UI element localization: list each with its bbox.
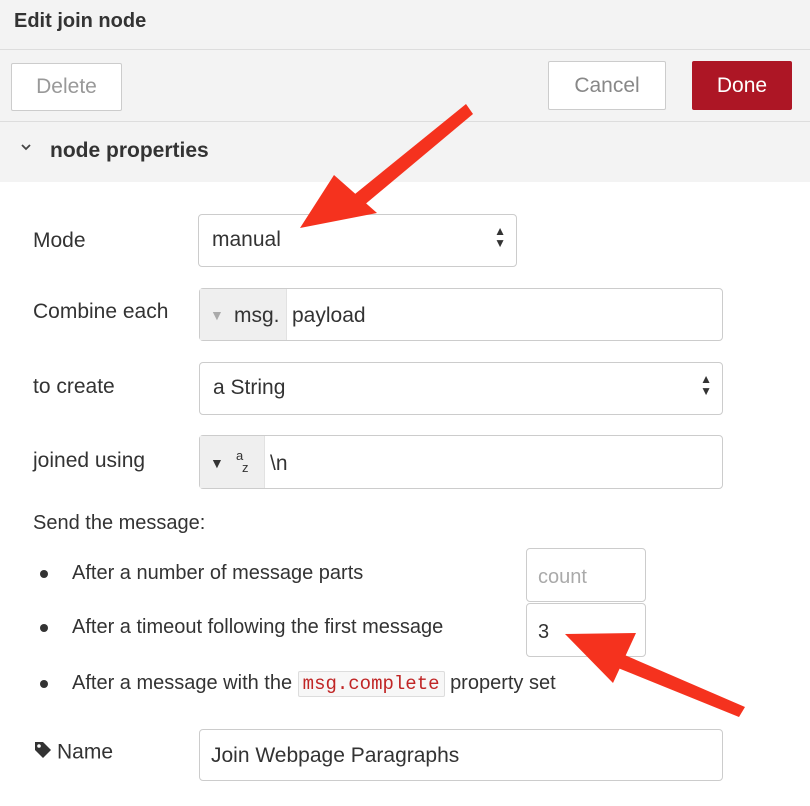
create-select[interactable]: a String ▲ ▼ [199, 362, 723, 415]
combine-property-value: payload [292, 304, 366, 327]
name-label: Name [33, 740, 113, 766]
create-label: to create [33, 375, 115, 398]
complete-text-post: property set [450, 672, 556, 694]
msg-prefix: msg. [234, 304, 280, 327]
bullet [40, 570, 48, 578]
name-input[interactable]: Join Webpage Paragraphs [199, 729, 723, 781]
type-selector[interactable]: ▼ msg. [200, 289, 287, 340]
mode-select[interactable]: manual ▲ ▼ [198, 214, 517, 267]
mode-label: Mode [33, 229, 86, 252]
parts-option-text: After a number of message parts [72, 562, 364, 584]
joined-label: joined using [33, 449, 146, 472]
type-selector[interactable]: ▼ az [200, 436, 265, 488]
joined-typed-input[interactable]: ▼ az \n [199, 435, 723, 489]
select-arrows-icon: ▲ ▼ [700, 372, 712, 398]
tray-toolbar: Delete Cancel Done [0, 50, 810, 122]
tray-title: Edit join node [14, 10, 147, 32]
complete-option-text: After a message with the msg.complete pr… [72, 671, 556, 697]
count-placeholder: count [538, 566, 587, 588]
select-arrows-icon: ▲ ▼ [494, 224, 506, 250]
done-button[interactable]: Done [692, 61, 792, 110]
bullet [40, 680, 48, 688]
send-message-label: Send the message: [33, 512, 206, 534]
string-type-icon: az [236, 448, 249, 475]
section-title: node properties [50, 139, 209, 162]
joined-value: \n [270, 452, 288, 475]
create-select-value: a String [213, 376, 286, 399]
name-label-text: Name [57, 740, 114, 764]
chevron-down-icon [20, 140, 32, 158]
mode-select-value: manual [212, 228, 281, 251]
caret-down-icon: ▼ [210, 455, 224, 471]
name-value: Join Webpage Paragraphs [211, 744, 460, 767]
tag-icon [33, 740, 53, 766]
node-properties-section-header[interactable]: node properties [0, 122, 810, 182]
timeout-value: 3 [538, 621, 550, 643]
cancel-button[interactable]: Cancel [548, 61, 666, 110]
bullet [40, 624, 48, 632]
count-input[interactable]: count [526, 548, 646, 602]
caret-down-icon: ▼ [210, 307, 224, 323]
tray-header: Edit join node [0, 0, 810, 50]
complete-text-pre: After a message with the [72, 672, 293, 694]
combine-label: Combine each [33, 300, 169, 323]
timeout-option-text: After a timeout following the first mess… [72, 616, 444, 638]
delete-button[interactable]: Delete [11, 63, 122, 111]
combine-typed-input[interactable]: ▼ msg. payload [199, 288, 723, 341]
msg-complete-code: msg.complete [297, 671, 445, 697]
timeout-input[interactable]: 3 [526, 603, 646, 657]
